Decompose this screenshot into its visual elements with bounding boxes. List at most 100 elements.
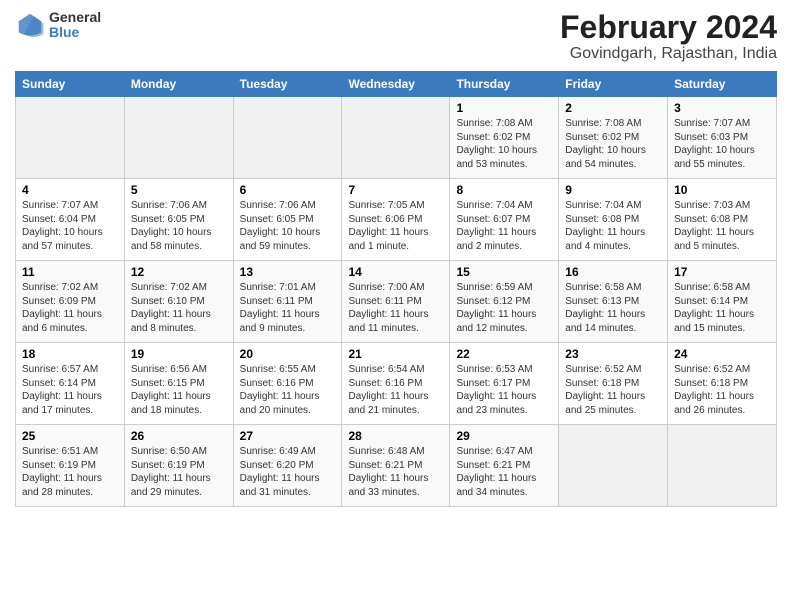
day-number: 22 [456, 347, 552, 361]
header-row: Sunday Monday Tuesday Wednesday Thursday… [16, 72, 777, 97]
calendar-cell: 27 Sunrise: 6:49 AM Sunset: 6:20 PM Dayli… [233, 425, 342, 507]
day-info: Sunrise: 6:56 AM Sunset: 6:15 PM Dayligh… [131, 363, 227, 417]
header-monday: Monday [124, 72, 233, 97]
calendar-cell: 15Sunrise: 6:59 AM Sunset: 6:12 PM Dayli… [450, 261, 559, 343]
day-info: Sunrise: 6:53 AM Sunset: 6:17 PM Dayligh… [456, 363, 552, 417]
calendar-cell [559, 425, 668, 507]
calendar-week-3: 18Sunrise: 6:57 AM Sunset: 6:14 PM Dayli… [16, 343, 777, 425]
day-number: 7 [348, 183, 443, 197]
day-info: Sunrise: 7:02 AM Sunset: 6:10 PM Dayligh… [131, 281, 227, 335]
day-number: 27 [240, 429, 336, 443]
day-number: 5 [131, 183, 227, 197]
calendar-cell: 16Sunrise: 6:58 AM Sunset: 6:13 PM Dayli… [559, 261, 668, 343]
logo-icon [15, 10, 45, 40]
calendar-table: Sunday Monday Tuesday Wednesday Thursday… [15, 71, 777, 507]
calendar-cell: 7 Sunrise: 7:05 AM Sunset: 6:06 PM Daylig… [342, 179, 450, 261]
calendar-cell: 29 Sunrise: 6:47 AM Sunset: 6:21 PM Dayli… [450, 425, 559, 507]
day-info: Sunrise: 7:04 AM Sunset: 6:07 PM Dayligh… [456, 199, 552, 253]
header-friday: Friday [559, 72, 668, 97]
logo-text: General Blue [49, 10, 101, 41]
calendar-cell [342, 97, 450, 179]
calendar-cell: 12 Sunrise: 7:02 AM Sunset: 6:10 PM Dayli… [124, 261, 233, 343]
day-info: Sunrise: 7:06 AM Sunset: 6:05 PM Dayligh… [240, 199, 336, 253]
calendar-cell: 24Sunrise: 6:52 AM Sunset: 6:18 PM Dayli… [668, 343, 777, 425]
day-info: Sunrise: 7:04 AM Sunset: 6:08 PM Dayligh… [565, 199, 661, 253]
calendar-cell: 14 Sunrise: 7:00 AM Sunset: 6:11 PM Dayli… [342, 261, 450, 343]
day-number: 2 [565, 101, 661, 115]
day-info: Sunrise: 7:00 AM Sunset: 6:11 PM Dayligh… [348, 281, 443, 335]
calendar-cell: 9 Sunrise: 7:04 AM Sunset: 6:08 PM Daylig… [559, 179, 668, 261]
day-number: 17 [674, 265, 770, 279]
calendar-week-0: 1Sunrise: 7:08 AM Sunset: 6:02 PM Daylig… [16, 97, 777, 179]
day-info: Sunrise: 7:07 AM Sunset: 6:03 PM Dayligh… [674, 117, 770, 171]
day-number: 23 [565, 347, 661, 361]
day-number: 28 [348, 429, 443, 443]
day-info: Sunrise: 6:54 AM Sunset: 6:16 PM Dayligh… [348, 363, 443, 417]
day-number: 10 [674, 183, 770, 197]
day-number: 29 [456, 429, 552, 443]
calendar-week-2: 11 Sunrise: 7:02 AM Sunset: 6:09 PM Dayli… [16, 261, 777, 343]
header-sunday: Sunday [16, 72, 125, 97]
day-info: Sunrise: 6:47 AM Sunset: 6:21 PM Dayligh… [456, 445, 552, 499]
day-info: Sunrise: 7:02 AM Sunset: 6:09 PM Dayligh… [22, 281, 118, 335]
calendar-cell: 17Sunrise: 6:58 AM Sunset: 6:14 PM Dayli… [668, 261, 777, 343]
day-info: Sunrise: 7:01 AM Sunset: 6:11 PM Dayligh… [240, 281, 336, 335]
calendar-cell: 6 Sunrise: 7:06 AM Sunset: 6:05 PM Daylig… [233, 179, 342, 261]
page-container: General Blue February 2024 Govindgarh, R… [0, 0, 792, 517]
logo-general: General [49, 10, 101, 25]
day-info: Sunrise: 7:03 AM Sunset: 6:08 PM Dayligh… [674, 199, 770, 253]
calendar-week-4: 25Sunrise: 6:51 AM Sunset: 6:19 PM Dayli… [16, 425, 777, 507]
calendar-cell: 11 Sunrise: 7:02 AM Sunset: 6:09 PM Dayli… [16, 261, 125, 343]
calendar-cell [16, 97, 125, 179]
calendar-cell: 4Sunrise: 7:07 AM Sunset: 6:04 PM Daylig… [16, 179, 125, 261]
day-info: Sunrise: 6:49 AM Sunset: 6:20 PM Dayligh… [240, 445, 336, 499]
calendar-cell: 28 Sunrise: 6:48 AM Sunset: 6:21 PM Dayli… [342, 425, 450, 507]
calendar-cell: 10 Sunrise: 7:03 AM Sunset: 6:08 PM Dayli… [668, 179, 777, 261]
day-info: Sunrise: 6:58 AM Sunset: 6:13 PM Dayligh… [565, 281, 661, 335]
day-number: 15 [456, 265, 552, 279]
day-number: 14 [348, 265, 443, 279]
day-info: Sunrise: 7:06 AM Sunset: 6:05 PM Dayligh… [131, 199, 227, 253]
day-number: 13 [240, 265, 336, 279]
calendar-header: Sunday Monday Tuesday Wednesday Thursday… [16, 72, 777, 97]
calendar-cell [124, 97, 233, 179]
calendar-cell [233, 97, 342, 179]
day-number: 21 [348, 347, 443, 361]
day-number: 8 [456, 183, 552, 197]
day-number: 20 [240, 347, 336, 361]
day-info: Sunrise: 6:48 AM Sunset: 6:21 PM Dayligh… [348, 445, 443, 499]
day-info: Sunrise: 6:51 AM Sunset: 6:19 PM Dayligh… [22, 445, 118, 499]
title-section: February 2024 Govindgarh, Rajasthan, Ind… [560, 10, 777, 63]
logo-blue: Blue [49, 25, 101, 40]
day-info: Sunrise: 6:55 AM Sunset: 6:16 PM Dayligh… [240, 363, 336, 417]
calendar-cell: 22 Sunrise: 6:53 AM Sunset: 6:17 PM Dayli… [450, 343, 559, 425]
calendar-cell: 20 Sunrise: 6:55 AM Sunset: 6:16 PM Dayli… [233, 343, 342, 425]
day-info: Sunrise: 7:05 AM Sunset: 6:06 PM Dayligh… [348, 199, 443, 253]
day-info: Sunrise: 6:52 AM Sunset: 6:18 PM Dayligh… [674, 363, 770, 417]
calendar-body: 1Sunrise: 7:08 AM Sunset: 6:02 PM Daylig… [16, 97, 777, 507]
day-number: 12 [131, 265, 227, 279]
day-number: 6 [240, 183, 336, 197]
header-wednesday: Wednesday [342, 72, 450, 97]
day-number: 18 [22, 347, 118, 361]
calendar-cell: 19 Sunrise: 6:56 AM Sunset: 6:15 PM Dayli… [124, 343, 233, 425]
header-tuesday: Tuesday [233, 72, 342, 97]
day-info: Sunrise: 7:07 AM Sunset: 6:04 PM Dayligh… [22, 199, 118, 253]
calendar-cell: 26Sunrise: 6:50 AM Sunset: 6:19 PM Dayli… [124, 425, 233, 507]
calendar-cell [668, 425, 777, 507]
calendar-cell: 8 Sunrise: 7:04 AM Sunset: 6:07 PM Daylig… [450, 179, 559, 261]
calendar-cell: 25Sunrise: 6:51 AM Sunset: 6:19 PM Dayli… [16, 425, 125, 507]
header: General Blue February 2024 Govindgarh, R… [15, 10, 777, 63]
day-number: 11 [22, 265, 118, 279]
day-info: Sunrise: 6:52 AM Sunset: 6:18 PM Dayligh… [565, 363, 661, 417]
calendar-cell: 5 Sunrise: 7:06 AM Sunset: 6:05 PM Daylig… [124, 179, 233, 261]
calendar-cell: 21 Sunrise: 6:54 AM Sunset: 6:16 PM Dayli… [342, 343, 450, 425]
calendar-cell: 2Sunrise: 7:08 AM Sunset: 6:02 PM Daylig… [559, 97, 668, 179]
header-saturday: Saturday [668, 72, 777, 97]
day-number: 9 [565, 183, 661, 197]
calendar-cell: 3Sunrise: 7:07 AM Sunset: 6:03 PM Daylig… [668, 97, 777, 179]
header-thursday: Thursday [450, 72, 559, 97]
logo: General Blue [15, 10, 101, 41]
day-number: 19 [131, 347, 227, 361]
calendar-cell: 1Sunrise: 7:08 AM Sunset: 6:02 PM Daylig… [450, 97, 559, 179]
